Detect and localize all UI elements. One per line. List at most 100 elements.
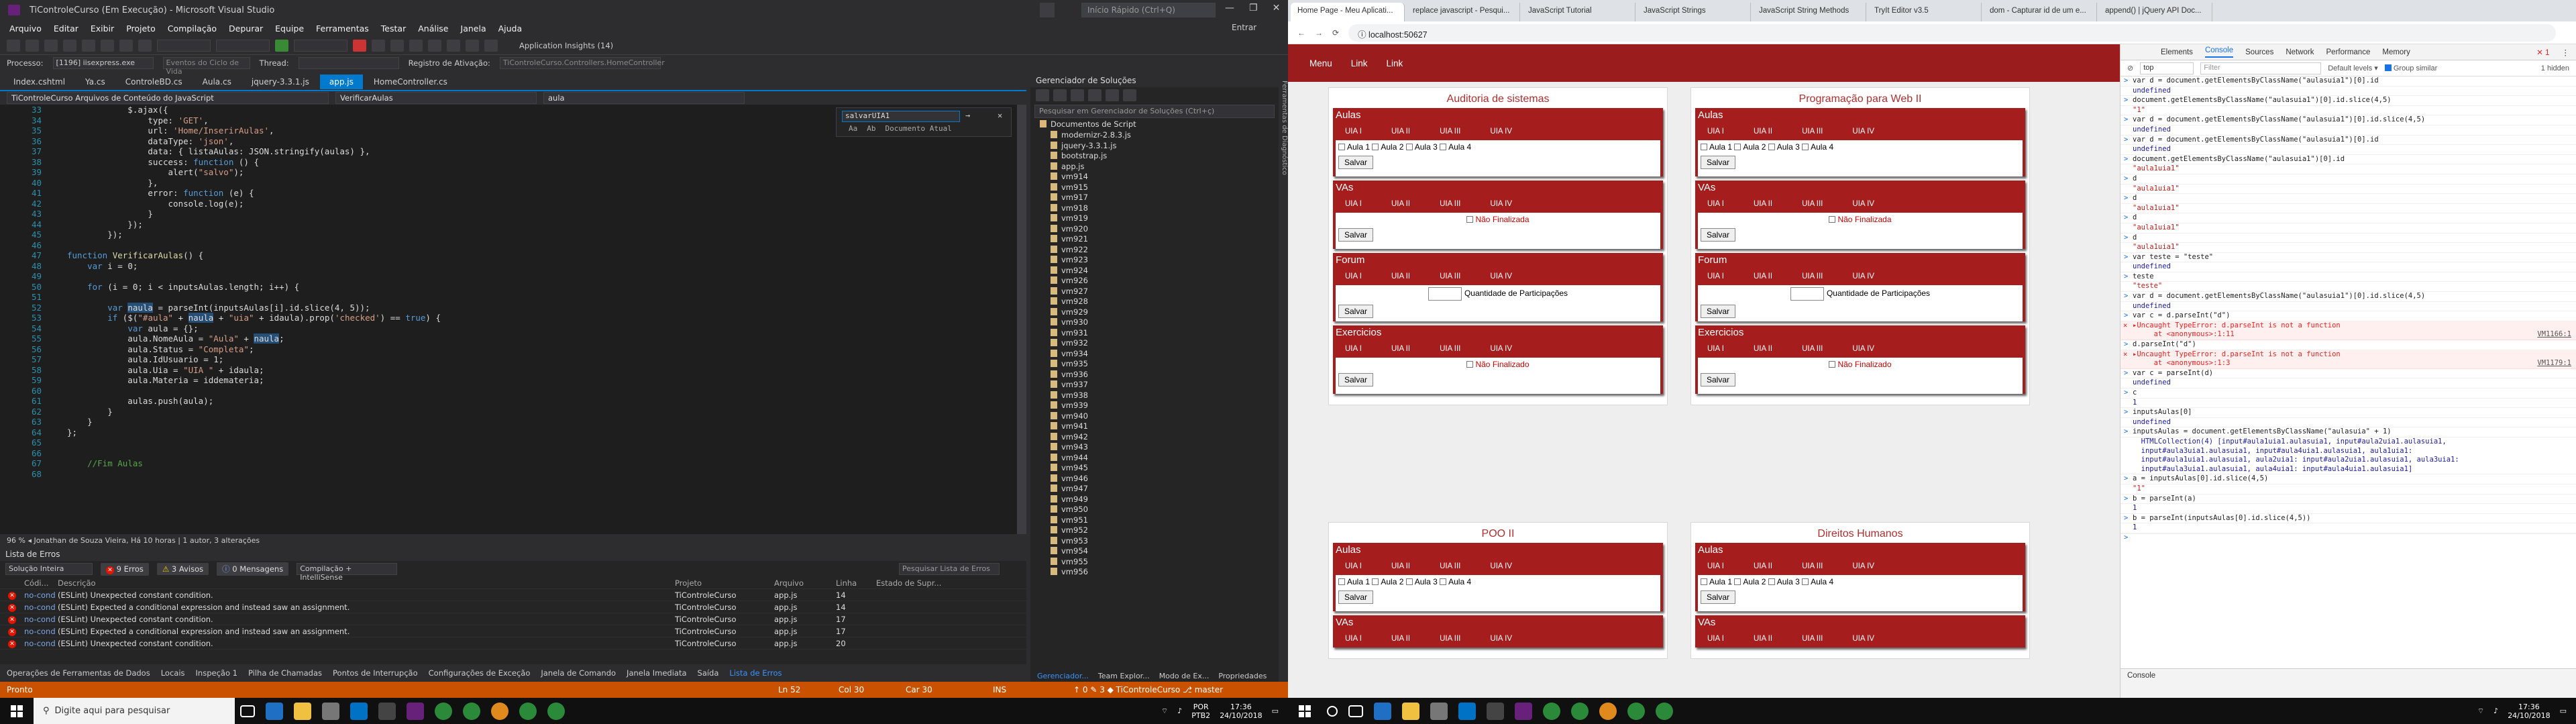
- tab-data-tools[interactable]: Operações de Ferramentas de Dados: [7, 668, 150, 678]
- uia-link[interactable]: UIA I: [1345, 200, 1362, 208]
- nav-link-2[interactable]: Link: [1387, 58, 1403, 68]
- code-line[interactable]: if ($("#aula" + naula + "uia" + idaula).…: [67, 313, 1006, 323]
- browser-tab-replace[interactable]: replace javascript - Pesqui...: [1406, 3, 1520, 21]
- solution-file-item[interactable]: vm955: [1051, 557, 1279, 568]
- clear-console-icon[interactable]: ⊘: [2127, 64, 2133, 72]
- continue-icon[interactable]: [275, 39, 288, 52]
- tab-team-explorer[interactable]: Team Explor...: [1098, 672, 1150, 680]
- solution-file-item[interactable]: vm930: [1051, 317, 1279, 328]
- aula-checkbox[interactable]: Aula 4: [1802, 142, 1833, 152]
- solution-file-item[interactable]: vm928: [1051, 297, 1279, 307]
- console-error-line[interactable]: ▸Uncaught TypeError: d.parseInt is not a…: [2121, 350, 2576, 369]
- checkbox-icon[interactable]: [1466, 361, 1474, 368]
- uia-link[interactable]: UIA III: [1802, 200, 1823, 208]
- uia-link[interactable]: UIA II: [1754, 635, 1772, 643]
- solution-file-item[interactable]: vm949: [1051, 495, 1279, 505]
- col-description[interactable]: Descrição: [58, 578, 675, 588]
- scope-dropdown[interactable]: Solução Inteira: [5, 563, 93, 575]
- aula-checkbox[interactable]: Aula 3: [1768, 142, 1800, 152]
- uia-link[interactable]: UIA III: [1802, 345, 1823, 353]
- aula-checkbox[interactable]: Aula 1: [1338, 577, 1370, 586]
- code-line[interactable]: var aula = {};: [67, 323, 1006, 334]
- menu-exibir[interactable]: Exibir: [91, 23, 114, 34]
- find-scope[interactable]: Documento Atual: [885, 124, 952, 133]
- tab-error-list[interactable]: Lista de Erros: [729, 668, 782, 678]
- uia-link[interactable]: UIA II: [1754, 272, 1772, 280]
- member-nav-dropdown[interactable]: VerificarAulas: [335, 92, 537, 104]
- network-icon[interactable]: ⌔: [1161, 707, 1168, 716]
- close-button[interactable]: ✕: [1273, 3, 1281, 13]
- solution-file-item[interactable]: vm940: [1051, 411, 1279, 422]
- save-all-icon[interactable]: [101, 39, 114, 52]
- uia-link[interactable]: UIA I: [1345, 345, 1362, 353]
- save-icon[interactable]: [82, 39, 95, 52]
- uia-link[interactable]: UIA IV: [1490, 345, 1512, 353]
- solution-file-item[interactable]: vm924: [1051, 266, 1279, 276]
- chrome-icon-2[interactable]: [463, 702, 480, 720]
- solution-file-item[interactable]: vm935: [1051, 359, 1279, 370]
- step-out-icon[interactable]: [428, 39, 441, 52]
- solution-file-item[interactable]: vm915: [1051, 183, 1279, 193]
- store-icon-2[interactable]: [1430, 702, 1448, 720]
- uia-link[interactable]: UIA IV: [1852, 345, 1874, 353]
- solution-file-item[interactable]: vm919: [1051, 213, 1279, 224]
- devtools-tab-network[interactable]: Network: [2286, 48, 2314, 56]
- match-case-icon[interactable]: Aa: [849, 124, 857, 133]
- browser-tab-js-tutorial[interactable]: JavaScript Tutorial: [1521, 3, 1635, 21]
- uia-link[interactable]: UIA IV: [1852, 635, 1874, 643]
- uia-link[interactable]: UIA IV: [1852, 562, 1874, 570]
- windows-start-icon-2[interactable]: [1299, 705, 1311, 717]
- solution-file-item[interactable]: vm914: [1051, 172, 1279, 183]
- solution-search-input[interactable]: Pesquisar em Gerenciador de Soluções (Ct…: [1034, 105, 1275, 118]
- error-code[interactable]: no-cond: [24, 590, 58, 600]
- code-line[interactable]: },: [67, 178, 1006, 189]
- salvar-button[interactable]: Salvar: [1338, 228, 1374, 242]
- solution-file-item[interactable]: vm937: [1051, 380, 1279, 391]
- uia-link[interactable]: UIA III: [1440, 562, 1460, 570]
- salvar-button[interactable]: Salvar: [1701, 228, 1736, 242]
- firefox-icon-2[interactable]: [1599, 702, 1617, 720]
- group-similar-checkbox[interactable]: Group similar: [2384, 64, 2437, 72]
- code-line[interactable]: dataType: 'json',: [67, 136, 1006, 147]
- console-output[interactable]: var d = document.getElementsByClassName(…: [2121, 76, 2576, 667]
- tab-output[interactable]: Saída: [698, 668, 719, 678]
- uia-link[interactable]: UIA III: [1440, 345, 1460, 353]
- aula-checkbox[interactable]: Aula 4: [1802, 577, 1833, 586]
- uia-link[interactable]: UIA II: [1391, 562, 1410, 570]
- drawer-tab-console[interactable]: Console: [2127, 672, 2155, 680]
- tab-controlebd-cs[interactable]: ControleBD.cs: [116, 74, 192, 89]
- uia-link[interactable]: UIA IV: [1490, 200, 1512, 208]
- devtools-tab-console[interactable]: Console: [2204, 46, 2234, 58]
- home-icon[interactable]: [1036, 89, 1049, 101]
- network-icon-2[interactable]: ⌔: [2477, 707, 2484, 716]
- task-view-icon-2[interactable]: [1348, 705, 1363, 717]
- symbol-nav-dropdown[interactable]: aula: [543, 92, 745, 104]
- uncomment-icon[interactable]: [484, 39, 498, 52]
- code-text[interactable]: $.ajax({ type: 'GET', url: 'Home/Inserir…: [67, 105, 1006, 534]
- devtools-menu-icon[interactable]: ⋮: [2562, 48, 2576, 57]
- browser-tab-home[interactable]: Home Page - Meu Aplicati...: [1291, 3, 1405, 21]
- language-indicator[interactable]: POR PTB2: [1191, 703, 1210, 720]
- new-file-icon[interactable]: [44, 39, 58, 52]
- menu-projeto[interactable]: Projeto: [126, 23, 156, 34]
- code-line[interactable]: [67, 271, 1006, 282]
- menu-depurar[interactable]: Depurar: [229, 23, 263, 34]
- log-levels-dropdown[interactable]: Default levels ▾: [2328, 64, 2378, 72]
- tab-exception-settings[interactable]: Configurações de Exceção: [429, 668, 531, 678]
- volume-icon[interactable]: ♪: [1177, 707, 1182, 715]
- solution-file-item[interactable]: vm939: [1051, 401, 1279, 411]
- aula-checkbox[interactable]: Aula 4: [1440, 142, 1471, 152]
- aula-checkbox[interactable]: Aula 1: [1701, 142, 1732, 152]
- code-editor[interactable]: 33 34 35 36 37 38 39 40 41 42 43 44 45 46 47 48 49 50 51 52…: [0, 105, 1026, 534]
- notifications-icon[interactable]: ▭: [1272, 707, 1279, 715]
- quick-launch-input[interactable]: Início Rápido (Ctrl+Q): [1081, 3, 1216, 17]
- collapse-icon[interactable]: [1088, 89, 1102, 101]
- console-source-link[interactable]: VM1166:1: [2537, 330, 2571, 340]
- url-bar[interactable]: ⓘ localhost:50627: [1348, 23, 2557, 42]
- solution-file-item[interactable]: bootstrap.js: [1051, 151, 1279, 162]
- aula-checkbox[interactable]: Aula 2: [1372, 577, 1403, 586]
- col-code[interactable]: Códi...: [24, 578, 58, 588]
- chrome-icon[interactable]: [435, 702, 452, 720]
- diagnostic-tools-tab[interactable]: Ferramentas de Diagnóstico: [1279, 74, 1288, 682]
- show-all-icon[interactable]: [1106, 89, 1119, 101]
